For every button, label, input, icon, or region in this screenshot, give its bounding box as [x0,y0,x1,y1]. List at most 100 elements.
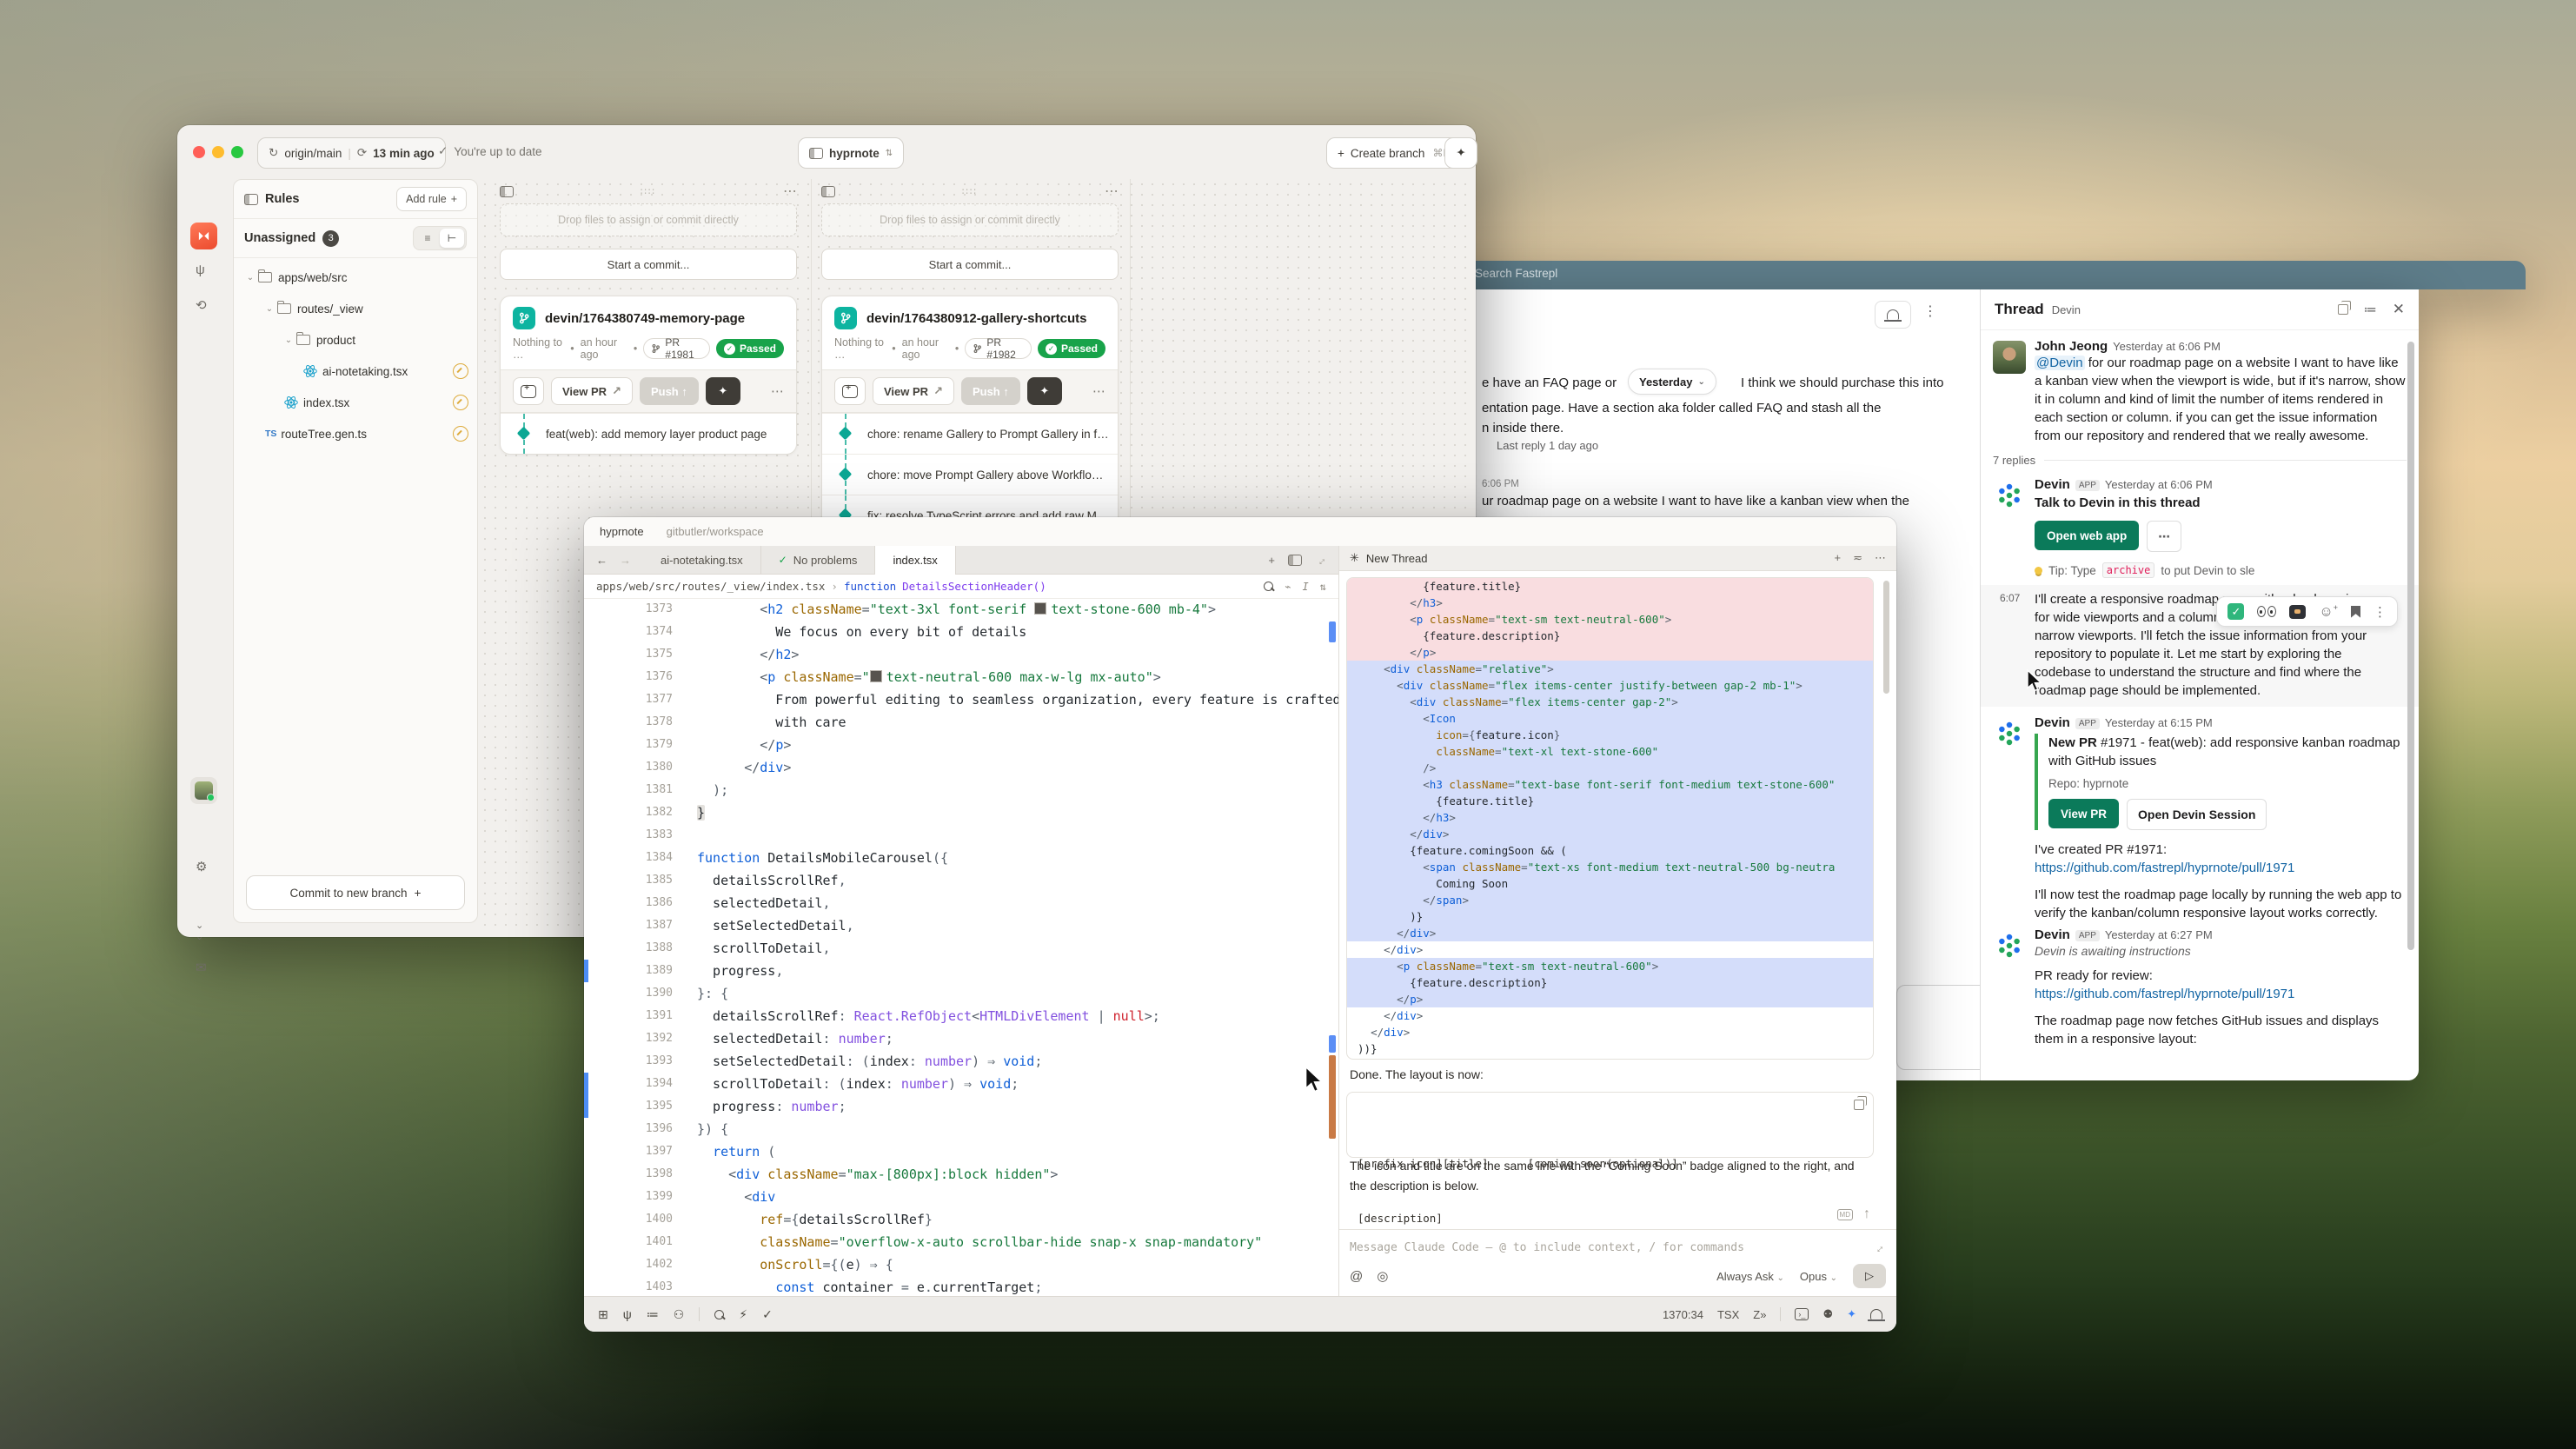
dropzone[interactable]: Drop files to assign or commit directly [500,203,797,236]
assistant-scrollbar[interactable] [1883,581,1889,694]
code-line[interactable]: 1388 scrollToDetail, [584,937,1338,960]
bookmark-icon[interactable] [2351,606,2360,618]
add-rule-button[interactable]: Add rule+ [396,187,467,211]
tree-item-product[interactable]: ⌄product [234,324,477,356]
zed-indicator[interactable]: Z» [1753,1308,1766,1321]
commit-row[interactable]: feat(web): add memory layer product page [501,413,796,454]
nav-back-icon[interactable]: ← [596,554,607,567]
push-button[interactable]: Push ↑ [640,377,699,405]
code-line[interactable]: 1387 setSelectedDetail, [584,914,1338,937]
outline-panel-icon[interactable]: ≔ [647,1307,659,1322]
code-line[interactable]: 1394 scrollToDetail: (index: number) ⇒ v… [584,1073,1338,1095]
tree-item-ai-notetaking-tsx[interactable]: ai-notetaking.tsx [234,356,477,387]
selection-icon[interactable]: ⌁ [1285,581,1291,593]
code-line[interactable]: 1390}: { [584,982,1338,1005]
maximize-pane-icon[interactable]: ↔ [1312,551,1330,568]
message-timestamp[interactable]: 6:07 [2000,592,2020,604]
code-line[interactable]: 1375 </h2> [584,643,1338,666]
message-author[interactable]: Devin [2035,927,2070,942]
message-timestamp[interactable]: Yesterday at 6:15 PM [2105,716,2213,729]
feedback-mail-icon[interactable]: ✉ [196,960,207,975]
code-line[interactable]: 1396}) { [584,1118,1338,1140]
slack-search-input[interactable]: Search Fastrepl [1475,267,1557,280]
push-button[interactable]: Push ↑ [961,377,1020,405]
code-line[interactable]: 1385 detailsScrollRef, [584,869,1338,892]
search-panel-icon[interactable] [714,1310,724,1319]
code-line[interactable]: 1391 detailsScrollRef: React.RefObject<H… [584,1005,1338,1027]
expand-input-icon[interactable]: ↔ [1870,1240,1888,1257]
ai-button[interactable]: ✦ [1027,377,1062,405]
start-commit-button[interactable]: Start a commit... [500,249,797,280]
more-actions-button[interactable]: ⋯ [2147,521,2181,552]
cursor-position[interactable]: 1370:34 [1663,1308,1703,1321]
tree-item-routetree-gen-ts[interactable]: TSrouteTree.gen.ts [234,418,477,449]
gitbutler-logo[interactable] [190,223,217,249]
branches-icon[interactable]: ψ [196,263,205,277]
notifications-bell-button[interactable] [1875,301,1911,329]
commit-row[interactable]: chore: rename Gallery to Prompt Gallery … [822,413,1118,454]
code-line[interactable]: 1400 ref={detailsScrollRef} [584,1208,1338,1231]
technologist-reaction-icon[interactable] [2289,605,2306,619]
new-thread-icon[interactable]: + [1835,551,1842,565]
lane-menu-icon[interactable]: ⋯ [783,183,797,200]
message-timestamp[interactable]: Yesterday at 6:27 PM [2105,928,2213,941]
new-tab-icon[interactable]: + [1268,554,1275,567]
markdown-icon[interactable]: MD [1837,1209,1853,1220]
minimize-window-button[interactable] [212,146,224,158]
commit-to-new-branch-button[interactable]: Commit to new branch+ [246,875,465,910]
split-pane-icon[interactable] [1288,555,1302,566]
check-reaction-icon[interactable]: ✓ [2227,603,2244,620]
nav-forward-icon[interactable]: → [620,554,631,567]
branch-name[interactable]: devin/1764380912-gallery-shortcuts [866,311,1086,326]
code-line[interactable]: 1393 setSelectedDetail: (index: number) … [584,1050,1338,1073]
close-icon[interactable]: ✕ [2393,301,2405,318]
view-pr-button[interactable]: View PR ↗ [873,377,954,405]
code-line[interactable]: 1377 From powerful editing to seamless o… [584,688,1338,711]
code-line[interactable]: 1402 onScroll={(e) ⇒ { [584,1253,1338,1276]
start-commit-button[interactable]: Start a commit... [821,249,1119,280]
pr-pill[interactable]: PR #1981 [643,338,710,359]
diagnostics-check-icon[interactable]: ✓ [762,1307,773,1322]
code-line[interactable]: 1380 </div> [584,756,1338,779]
mention-context-icon[interactable]: @ [1350,1269,1363,1284]
comment-button[interactable] [834,377,866,405]
breadcrumb[interactable]: apps/web/src/routes/_view/index.tsx › fu… [584,575,1338,599]
code-line[interactable]: 1382} [584,801,1338,824]
code-line[interactable]: 1386 selectedDetail, [584,892,1338,914]
view-pr-button[interactable]: View PR ↗ [551,377,633,405]
code-line[interactable]: 1376 <p className="text-neutral-600 max-… [584,666,1338,688]
quick-actions-icon[interactable]: ⚡ [739,1307,747,1322]
project-switcher[interactable]: hyprnote ⇅ [798,137,904,169]
tab-index-tsx[interactable]: index.tsx [875,546,955,575]
collapse-lane-icon[interactable] [821,186,835,197]
tree-item-apps-web-src[interactable]: ⌄apps/web/src [234,262,477,293]
workspace-avatar[interactable] [190,777,217,804]
avatar[interactable] [1993,479,2026,512]
add-reaction-icon[interactable]: ☺+ [2319,603,2338,620]
comment-button[interactable] [513,377,544,405]
code-line[interactable]: 1379 </p> [584,734,1338,756]
code-line[interactable]: 1395 progress: number; [584,1095,1338,1118]
tree-item-routes-view[interactable]: ⌄routes/_view [234,293,477,324]
mention[interactable]: @Devin [2035,356,2085,370]
collapse-lane-icon[interactable] [500,186,514,197]
view-pr-button[interactable]: View PR [2048,799,2119,828]
ci-status-badge[interactable]: ✓Passed [1038,339,1105,358]
ci-status-badge[interactable]: ✓Passed [716,339,784,358]
date-divider-pill[interactable]: Yesterday⌄ [1628,369,1716,395]
message-author[interactable]: John Jeong [2035,339,2108,354]
list-view-button[interactable]: ≡ [415,229,440,248]
language-mode[interactable]: TSX [1717,1308,1739,1321]
code-line[interactable]: 1392 selectedDetail: number; [584,1027,1338,1050]
debug-icon[interactable]: ⚉ [1822,1307,1833,1321]
settings-gear-icon[interactable]: ⚙ [196,859,207,874]
project-panel-icon[interactable]: ⊞ [598,1307,608,1322]
ai-sparkle-icon[interactable]: ✦ [1847,1307,1856,1321]
close-window-button[interactable] [193,146,205,158]
code-line[interactable]: 1381 ); [584,779,1338,801]
ai-button[interactable]: ✦ [706,377,740,405]
code-line[interactable]: 1399 <div [584,1186,1338,1208]
open-in-window-icon[interactable] [2338,304,2348,315]
code-line[interactable]: 1383 [584,824,1338,847]
code-line[interactable]: 1403 const container = e.currentTarget; [584,1276,1338,1297]
